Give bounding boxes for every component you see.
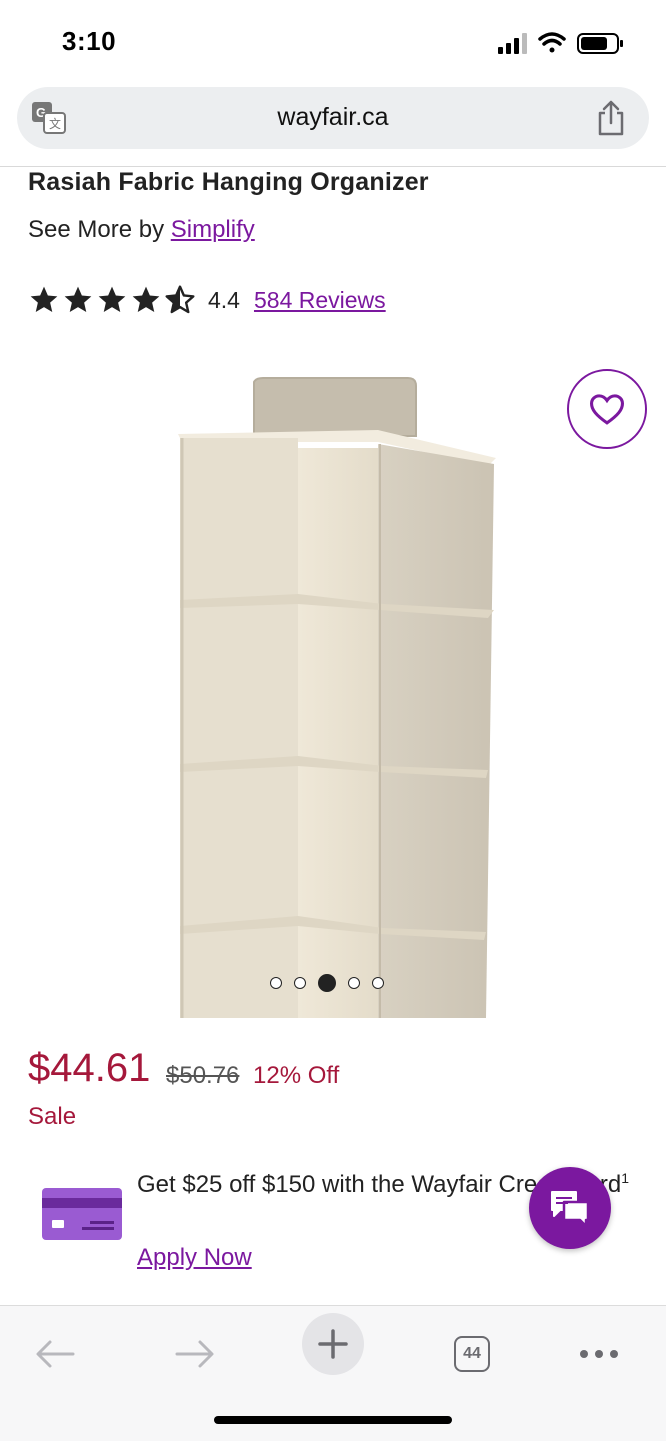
discount-label: 12% Off [253, 1062, 340, 1089]
image-carousel-dots[interactable] [270, 974, 384, 992]
share-icon[interactable] [595, 99, 627, 137]
sale-badge: Sale [28, 1103, 77, 1130]
more-button[interactable] [576, 1324, 622, 1384]
header-divider [0, 166, 666, 167]
tabs-icon: 44 [454, 1336, 490, 1372]
reviews-link[interactable]: 584 Reviews [254, 287, 386, 314]
carousel-dot[interactable] [348, 977, 360, 989]
address-bar[interactable]: G 文 wayfair.ca [17, 87, 649, 149]
battery-icon [577, 33, 623, 54]
plus-icon [318, 1329, 348, 1359]
carousel-dot[interactable] [294, 977, 306, 989]
star-partial-icon [165, 285, 195, 314]
product-image[interactable] [168, 372, 498, 1018]
url-text[interactable]: wayfair.ca [17, 103, 649, 132]
promo-footnote: 1 [621, 1170, 630, 1186]
tabs-button[interactable]: 44 [452, 1324, 492, 1384]
sale-price: $44.61 [28, 1046, 151, 1090]
product-title: Rasiah Fabric Hanging Organizer [28, 168, 429, 196]
original-price: $50.76 [166, 1062, 240, 1089]
rating-row: 4.4 584 Reviews [28, 283, 386, 317]
apply-now-link[interactable]: Apply Now [137, 1244, 252, 1272]
status-time: 3:10 [62, 26, 117, 56]
carousel-dot-active[interactable] [318, 974, 336, 992]
credit-card-icon [42, 1188, 122, 1240]
rating-value: 4.4 [208, 286, 240, 313]
see-more-line: See More by Simplify [28, 216, 255, 244]
star-full-icon [98, 286, 126, 312]
more-icon [580, 1350, 618, 1358]
star-full-icon [64, 286, 92, 312]
home-indicator [214, 1416, 452, 1424]
back-arrow-icon [36, 1340, 75, 1368]
signal-icon [498, 33, 527, 54]
chat-button[interactable] [529, 1167, 611, 1249]
new-tab-button[interactable] [302, 1313, 364, 1375]
carousel-dot[interactable] [270, 977, 282, 989]
favorite-button[interactable] [567, 369, 647, 449]
status-icons [498, 32, 623, 54]
chat-icon [551, 1191, 590, 1228]
forward-arrow-icon [175, 1340, 214, 1368]
heart-icon [589, 394, 625, 425]
star-full-icon [132, 286, 160, 312]
forward-button[interactable] [170, 1324, 220, 1384]
star-full-icon [30, 286, 58, 312]
star-rating [28, 284, 196, 316]
brand-link[interactable]: Simplify [171, 216, 255, 243]
back-button[interactable] [30, 1324, 80, 1384]
wifi-icon [538, 32, 566, 53]
carousel-dot[interactable] [372, 977, 384, 989]
see-more-prefix: See More by [28, 216, 165, 243]
